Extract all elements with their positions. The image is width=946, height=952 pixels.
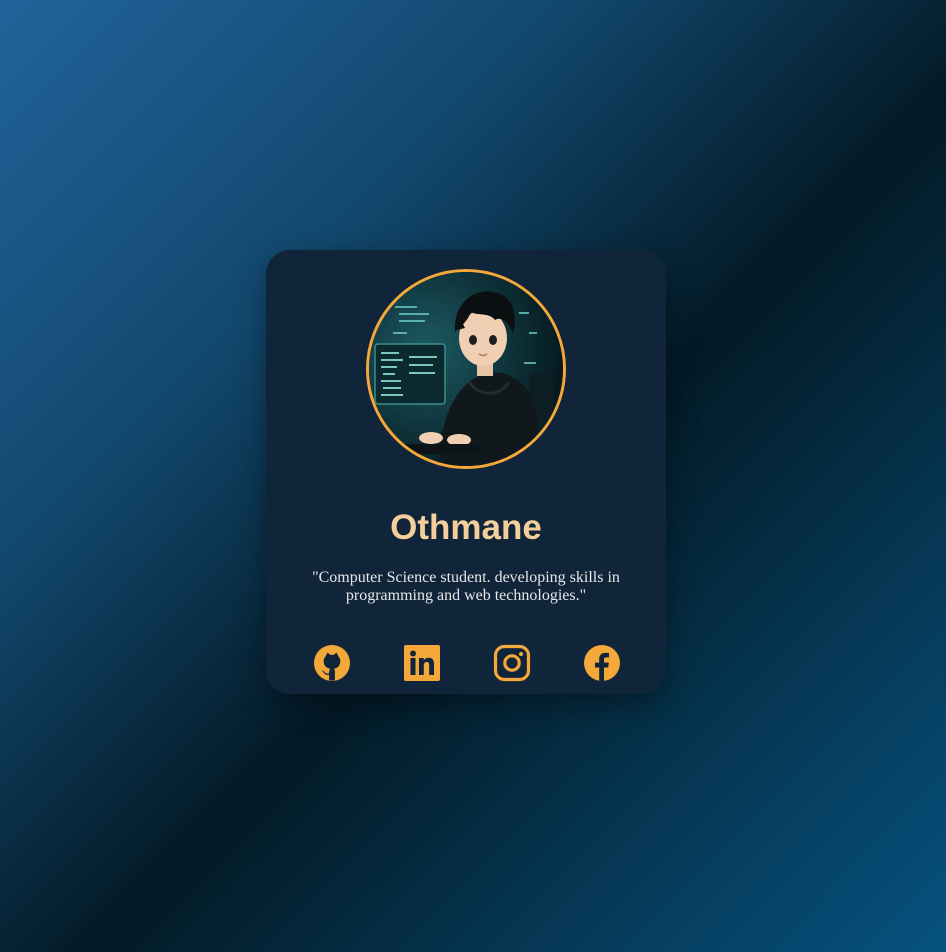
profile-card: Othmane "Computer Science student. devel… bbox=[266, 250, 666, 694]
profile-bio: "Computer Science student. developing sk… bbox=[312, 569, 620, 604]
instagram-link[interactable] bbox=[493, 644, 531, 682]
profile-name: Othmane bbox=[390, 508, 542, 547]
social-links bbox=[266, 644, 666, 682]
avatar-illustration bbox=[369, 272, 563, 466]
instagram-icon bbox=[493, 644, 531, 682]
github-link[interactable] bbox=[313, 644, 351, 682]
linkedin-link[interactable] bbox=[403, 644, 441, 682]
facebook-link[interactable] bbox=[583, 644, 621, 682]
linkedin-icon bbox=[404, 645, 440, 681]
github-icon bbox=[314, 645, 350, 681]
avatar bbox=[366, 269, 566, 469]
facebook-icon bbox=[584, 645, 620, 681]
